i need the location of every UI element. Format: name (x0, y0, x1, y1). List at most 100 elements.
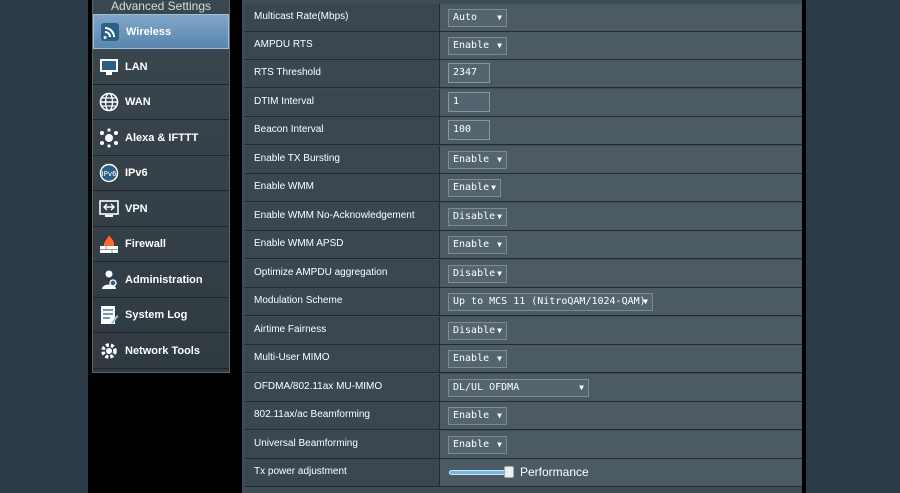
tx-power-slider-handle[interactable] (504, 466, 514, 478)
sidebar-item-wireless[interactable]: Wireless (93, 14, 229, 49)
setting-label: 802.11ax/ac Beamforming (254, 409, 370, 420)
select-value: Up to MCS 11 (NitroQAM/1024-QAM) (453, 296, 646, 307)
ipv6-icon: IPv6 (98, 162, 120, 184)
dropdown-arrow-icon: ▼ (497, 326, 502, 335)
sidebar-item-lan[interactable]: LAN (93, 50, 229, 85)
sidebar-item-system-log[interactable]: System Log (93, 298, 229, 333)
admin-icon (98, 269, 120, 291)
ampdu-aggregation-select[interactable]: Disable ▼ (448, 265, 507, 283)
sidebar-item-wan[interactable]: WAN (93, 85, 229, 120)
tx-power-slider-track[interactable] (449, 470, 509, 475)
setting-label: RTS Threshold (254, 67, 321, 78)
sidebar-header: Advanced Settings (110, 0, 212, 13)
sidebar-item-label: Firewall (125, 238, 166, 250)
setting-label: Multi-User MIMO (254, 352, 330, 363)
setting-label: Modulation Scheme (254, 295, 343, 306)
sidebar-item-label: VPN (125, 203, 148, 215)
sidebar-item-ipv6[interactable]: IPv6 IPv6 (93, 156, 229, 191)
setting-row-wmm: Enable WMM Enable ▼ (244, 174, 802, 202)
select-value: Enable (453, 182, 490, 193)
select-value: Enable (453, 439, 490, 450)
dropdown-arrow-icon: ▼ (497, 212, 502, 221)
svg-text:IPv6: IPv6 (102, 170, 117, 178)
sidebar-item-label: System Log (125, 309, 188, 321)
setting-row-mu-mimo: Multi-User MIMO Enable ▼ (244, 345, 802, 373)
sidebar-item-label: Alexa & IFTTT (125, 132, 199, 144)
sidebar-item-vpn[interactable]: VPN (93, 192, 229, 227)
airtime-fairness-select[interactable]: Disable ▼ (448, 322, 507, 340)
setting-label: Airtime Fairness (254, 324, 327, 335)
tools-icon (98, 340, 120, 362)
dropdown-arrow-icon: ▼ (579, 383, 584, 392)
rts-threshold-input[interactable]: 2347 (448, 63, 490, 83)
setting-row-airtime-fairness: Airtime Fairness Disable ▼ (244, 317, 802, 345)
globe-icon (98, 91, 120, 113)
sidebar-item-label: WAN (125, 96, 151, 108)
select-value: DL/UL OFDMA (453, 382, 520, 393)
sidebar-item-firewall[interactable]: Firewall (93, 227, 229, 262)
setting-row-beacon-interval: Beacon Interval 100 (244, 117, 802, 145)
tx-power-value-label: Performance (520, 465, 589, 479)
ampdu-rts-select[interactable]: Enable ▼ (448, 37, 507, 55)
setting-row-wmm-apsd: Enable WMM APSD Enable ▼ (244, 231, 802, 259)
setting-row-ampdu-rts: AMPDU RTS Enable ▼ (244, 32, 802, 60)
select-value: Enable (453, 239, 490, 250)
setting-label: Enable TX Bursting (254, 153, 340, 164)
setting-row-universal-beamforming: Universal Beamforming Enable ▼ (244, 431, 802, 459)
setting-label: Enable WMM APSD (254, 238, 344, 249)
wmm-no-ack-select[interactable]: Disable ▼ (448, 208, 507, 226)
setting-label: Multicast Rate(Mbps) (254, 11, 349, 22)
setting-label: Enable WMM No-Acknowledgement (254, 210, 415, 221)
setting-label: Universal Beamforming (254, 438, 358, 449)
setting-label: Tx power adjustment (254, 466, 347, 477)
dropdown-arrow-icon: ▼ (491, 183, 496, 192)
sidebar-item-network-tools[interactable]: Network Tools (93, 334, 229, 369)
modulation-scheme-select[interactable]: Up to MCS 11 (NitroQAM/1024-QAM) ▼ (448, 293, 653, 311)
dropdown-arrow-icon: ▼ (497, 411, 502, 420)
select-value: Enable (453, 154, 490, 165)
sidebar-item-label: Network Tools (125, 345, 200, 357)
sidebar-item-label: Administration (125, 274, 203, 286)
dropdown-arrow-icon: ▼ (497, 240, 502, 249)
alexa-icon (98, 127, 120, 149)
select-value: Disable (453, 325, 496, 336)
setting-row-ampdu-aggregation: Optimize AMPDU aggregation Disable ▼ (244, 260, 802, 288)
tx-bursting-select[interactable]: Enable ▼ (448, 151, 507, 169)
beamforming-select[interactable]: Enable ▼ (448, 407, 507, 425)
select-value: Enable (453, 40, 490, 51)
setting-row-wmm-no-ack: Enable WMM No-Acknowledgement Disable ▼ (244, 203, 802, 231)
vpn-icon (98, 198, 120, 220)
outer-background-left (0, 0, 88, 493)
setting-label: DTIM Interval (254, 96, 315, 107)
setting-row-rts-threshold: RTS Threshold 2347 (244, 60, 802, 88)
wmm-select[interactable]: Enable ▼ (448, 179, 501, 197)
dtim-interval-input[interactable]: 1 (448, 92, 490, 112)
select-value: Auto (453, 12, 478, 23)
dropdown-arrow-icon: ▼ (497, 41, 502, 50)
wmm-apsd-select[interactable]: Enable ▼ (448, 236, 507, 254)
select-value: Disable (453, 211, 496, 222)
select-value: Disable (453, 268, 496, 279)
setting-row-modulation-scheme: Modulation Scheme Up to MCS 11 (NitroQAM… (244, 288, 802, 316)
universal-beamforming-select[interactable]: Enable ▼ (448, 436, 507, 454)
select-value: Enable (453, 410, 490, 421)
mu-mimo-select[interactable]: Enable ▼ (448, 350, 507, 368)
setting-row-dtim-interval: DTIM Interval 1 (244, 89, 802, 117)
select-value: Enable (453, 353, 490, 364)
setting-row-ofdma: OFDMA/802.11ax MU-MIMO DL/UL OFDMA ▼ (244, 374, 802, 402)
setting-label: AMPDU RTS (254, 39, 313, 50)
setting-label: Beacon Interval (254, 124, 324, 135)
dropdown-arrow-icon: ▼ (497, 354, 502, 363)
dropdown-arrow-icon: ▼ (643, 297, 648, 306)
multicast-rate-select[interactable]: Auto ▼ (448, 9, 507, 27)
setting-label: OFDMA/802.11ax MU-MIMO (254, 381, 383, 392)
dropdown-arrow-icon: ▼ (497, 440, 502, 449)
dropdown-arrow-icon: ▼ (497, 155, 502, 164)
beacon-interval-input[interactable]: 100 (448, 120, 490, 140)
setting-row-beamforming: 802.11ax/ac Beamforming Enable ▼ (244, 402, 802, 430)
sidebar-item-alexa-ifttt[interactable]: Alexa & IFTTT (93, 121, 229, 156)
sidebar-item-administration[interactable]: Administration (93, 263, 229, 298)
setting-row-tx-power: Tx power adjustment Performance (244, 459, 802, 487)
log-icon (98, 304, 120, 326)
ofdma-select[interactable]: DL/UL OFDMA ▼ (448, 379, 589, 397)
